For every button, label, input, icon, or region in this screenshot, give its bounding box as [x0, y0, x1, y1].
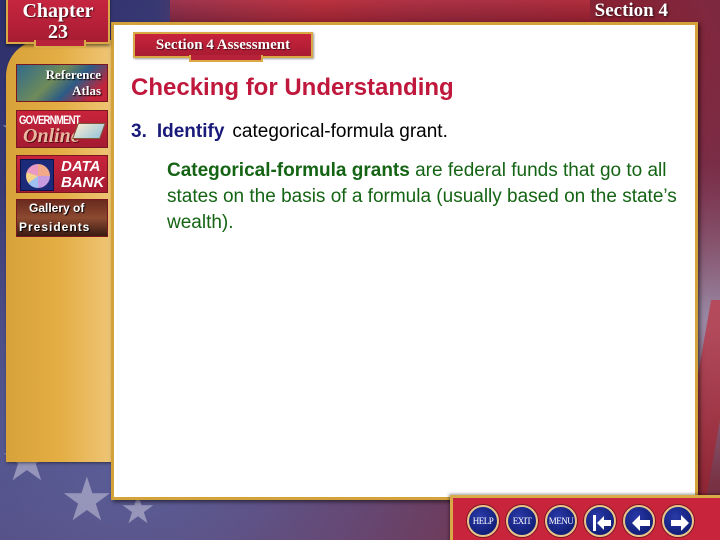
- section-assessment-banner: Section 4 Assessment: [133, 32, 313, 62]
- menu-button[interactable]: MENU: [545, 505, 577, 537]
- pie-chart-icon: [20, 159, 54, 191]
- question: 3. Identify categorical-formula grant.: [131, 121, 448, 143]
- exit-button[interactable]: EXIT: [506, 505, 538, 537]
- previous-slide-icon: [632, 515, 650, 531]
- chapter-badge: Chapter 23: [6, 0, 110, 48]
- help-button[interactable]: HELP: [467, 505, 499, 537]
- data-bank-label-2: BANK: [61, 174, 105, 191]
- question-verb: Identify: [156, 121, 225, 142]
- chapter-number: 23: [48, 21, 68, 43]
- answer: Categorical-formula grants are federal f…: [167, 158, 677, 236]
- gallery-of-presidents-button[interactable]: Gallery of Presidents: [16, 199, 108, 237]
- flag-star-decoration: ★: [60, 465, 114, 535]
- answer-term: Categorical-formula grants: [167, 160, 410, 181]
- sidebar: Reference Atlas GOVERNMENT Online DATA B…: [6, 40, 116, 462]
- reference-atlas-button[interactable]: Reference Atlas: [16, 64, 108, 102]
- page-heading: Checking for Understanding: [131, 74, 454, 101]
- menu-label: MENU: [548, 516, 574, 526]
- reference-atlas-label: Reference: [45, 67, 101, 82]
- gallery-of-presidents-label: Gallery of: [29, 201, 85, 215]
- exit-label: EXIT: [512, 516, 532, 526]
- data-bank-label: DATA: [61, 158, 101, 175]
- next-slide-icon: [671, 515, 689, 531]
- previous-slide-button[interactable]: [623, 505, 655, 537]
- first-slide-icon: [593, 515, 611, 531]
- section-label: Section 4: [594, 0, 668, 21]
- data-bank-button[interactable]: DATA BANK: [16, 155, 108, 193]
- help-label: HELP: [472, 516, 494, 526]
- next-slide-button[interactable]: [662, 505, 694, 537]
- open-book-icon: [72, 123, 106, 139]
- government-online-label-2: Online: [23, 125, 80, 147]
- navigation-bar: HELP EXIT MENU: [450, 495, 720, 540]
- chapter-label: Chapter: [22, 0, 94, 22]
- gallery-of-presidents-label-2: Presidents: [19, 220, 91, 234]
- first-slide-button[interactable]: [584, 505, 616, 537]
- question-text: categorical-formula grant.: [232, 121, 448, 142]
- flag-stripe: [170, 0, 590, 22]
- reference-atlas-label-2: Atlas: [72, 83, 101, 98]
- government-online-button[interactable]: GOVERNMENT Online: [16, 110, 108, 148]
- question-number: 3.: [131, 121, 147, 142]
